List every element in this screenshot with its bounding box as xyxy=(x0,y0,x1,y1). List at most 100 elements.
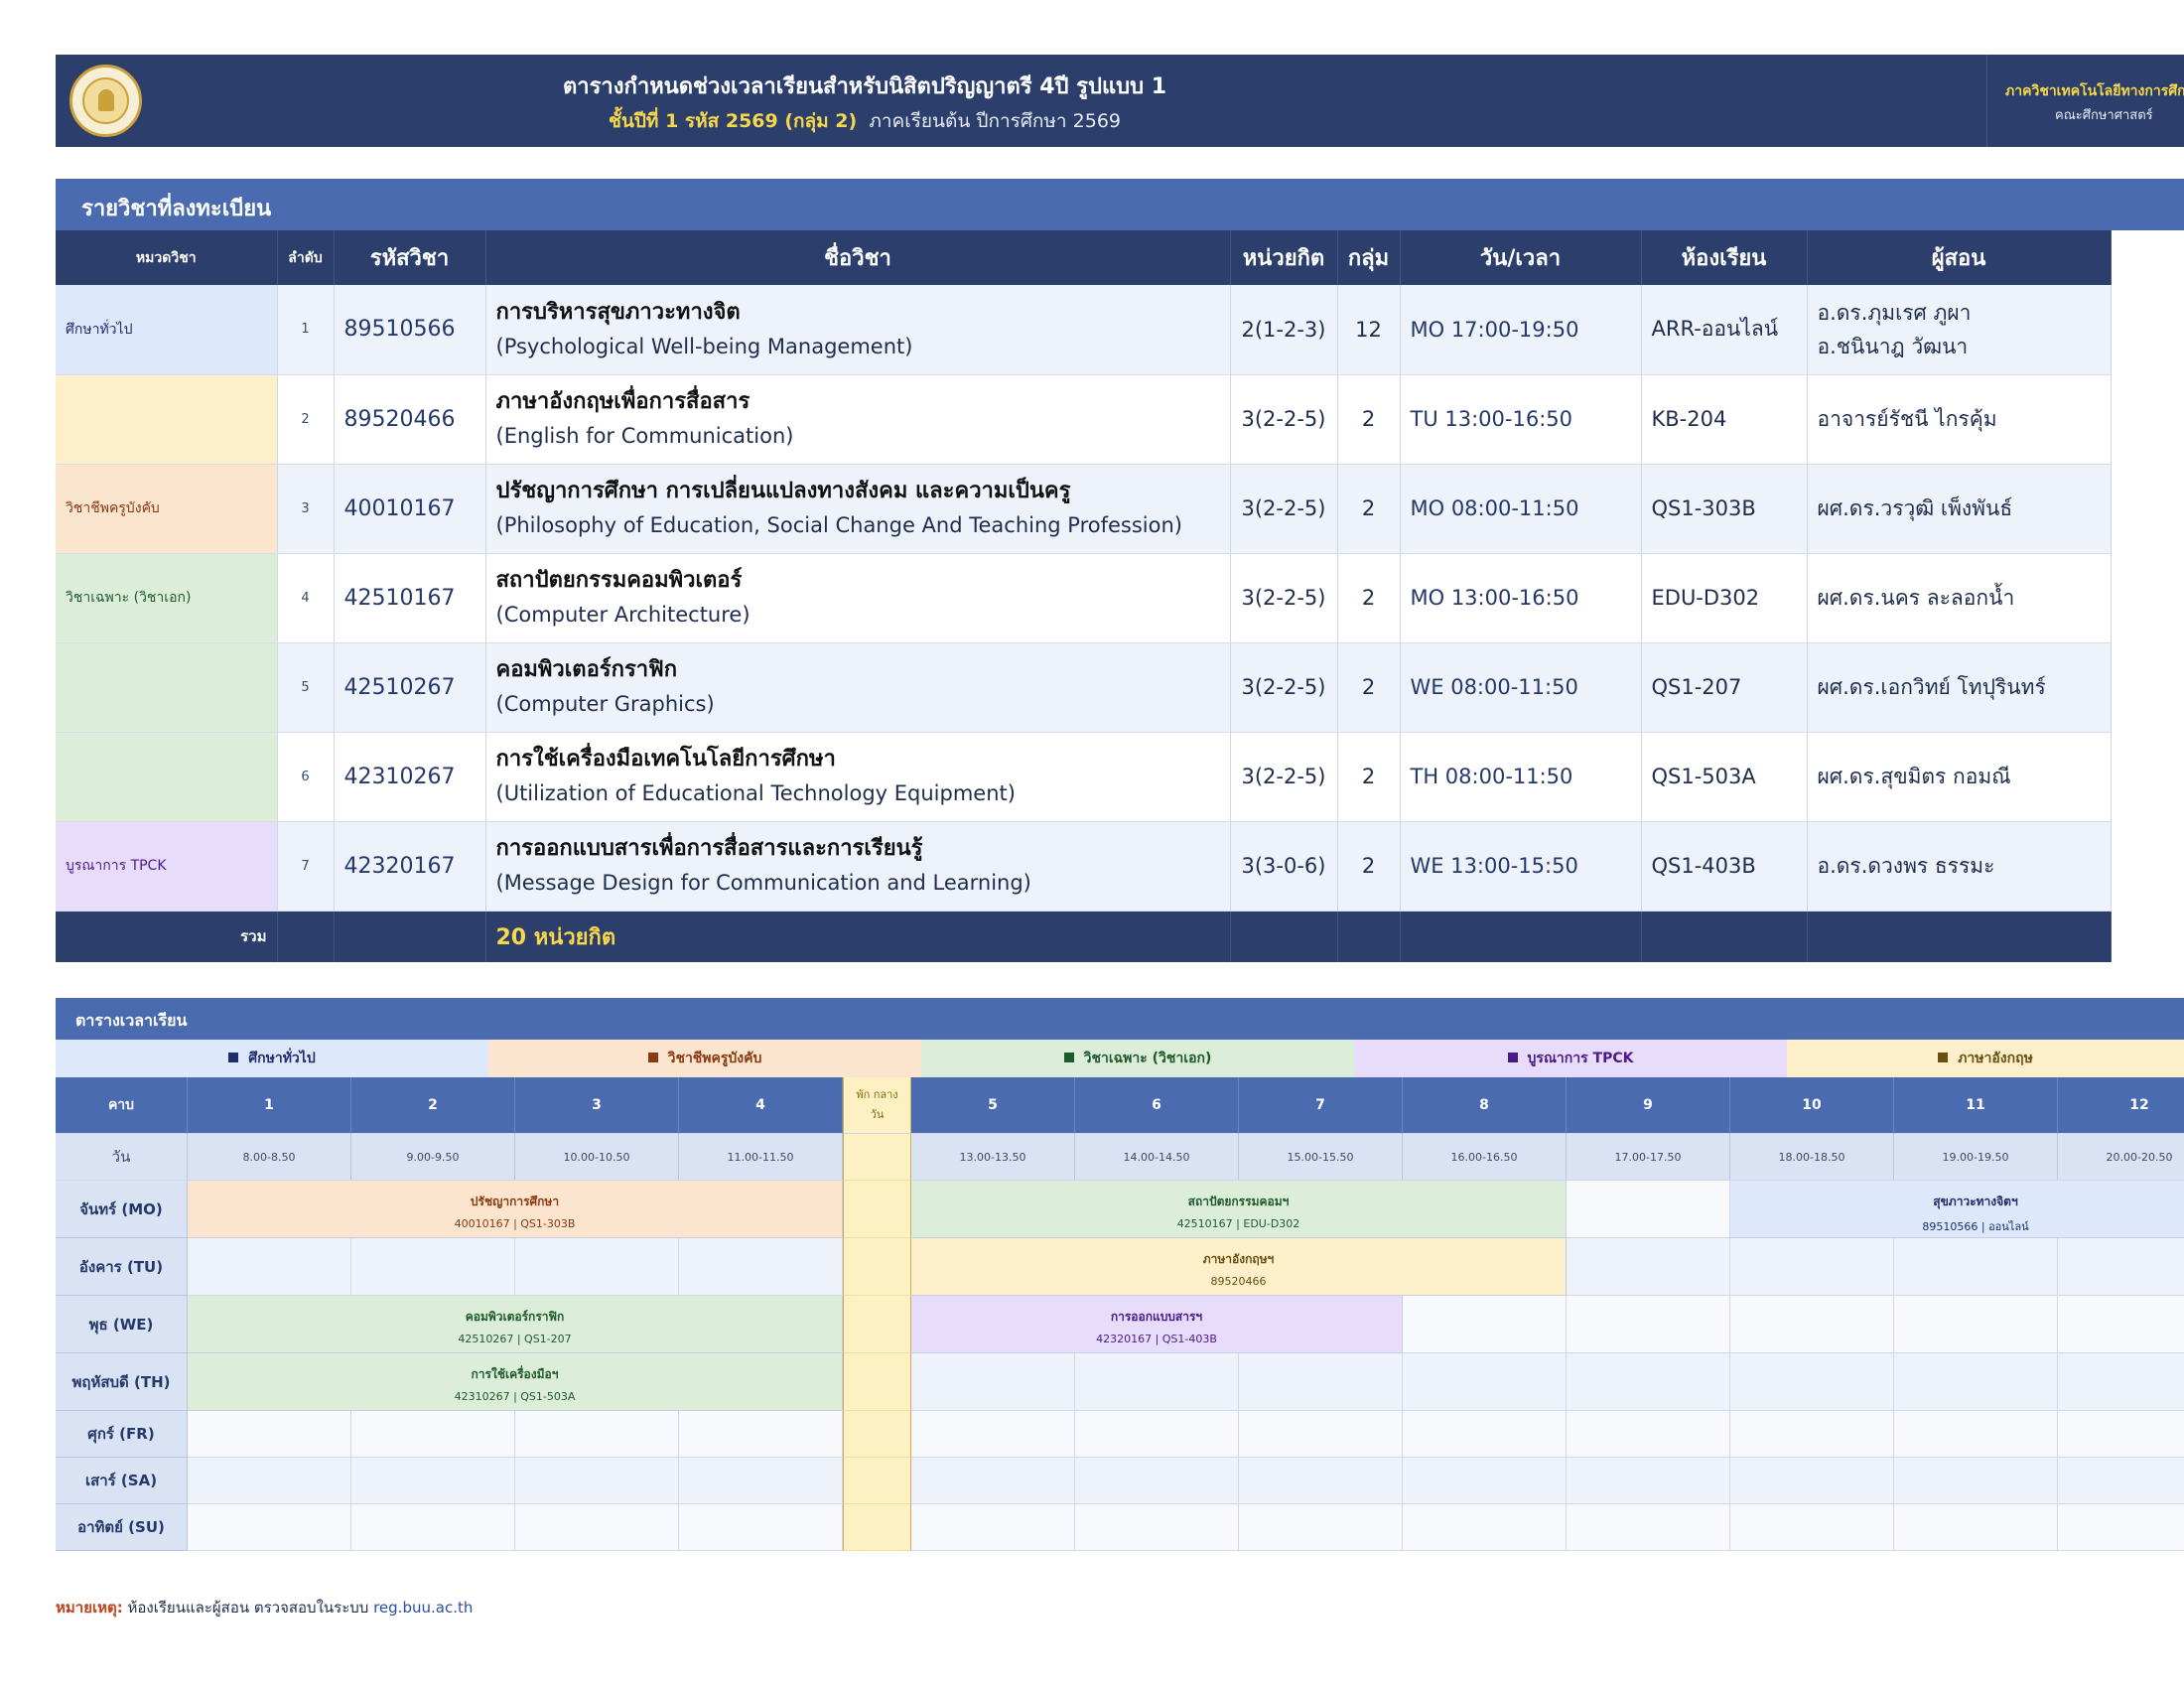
course-no: 1 xyxy=(277,285,335,375)
slot-cell xyxy=(515,1458,679,1504)
slot-cell xyxy=(1403,1353,1567,1411)
table-row: 2 89520466 ภาษาอังกฤษเพื่อการสื่อสาร (Eng… xyxy=(56,374,2112,465)
class-block-detail: 89520466 xyxy=(1210,1275,1267,1288)
registration-link[interactable]: reg.buu.ac.th xyxy=(373,1599,473,1617)
course-credits: 2(1-2-3) xyxy=(1230,285,1338,375)
course-time: MO 17:00-19:50 xyxy=(1400,285,1642,375)
header-code: รหัสวิชา xyxy=(334,230,486,285)
course-credits: 3(2-2-5) xyxy=(1230,642,1338,733)
period-number: 7 xyxy=(1239,1077,1403,1134)
courses-header-row: หมวดวิชา ลำดับ รหัสวิชา ชื่อวิชา หน่วยกิ… xyxy=(56,230,2112,285)
subtitle-semester: ภาคเรียนต้น ปีการศึกษา 2569 xyxy=(869,110,1121,132)
course-code: 42510167 xyxy=(334,553,486,643)
slot-cell xyxy=(1894,1458,2058,1504)
legend-label: บูรณาการ TPCK xyxy=(1527,1051,1634,1066)
instructor-name: ผศ.ดร.นคร ละลอกน้ำ xyxy=(1817,586,2015,610)
course-name: การใช้เครื่องมือเทคโนโลยีการศึกษา (Utiliz… xyxy=(485,732,1231,822)
course-name-th: ปรัชญาการศึกษา การเปลี่ยนแปลงทางสังคม แล… xyxy=(495,479,1071,503)
slot-cell xyxy=(911,1353,1075,1411)
slot-cell xyxy=(1567,1181,1730,1238)
lunch-break-cell xyxy=(843,1296,911,1353)
slot-cell xyxy=(1894,1296,2058,1353)
course-time: WE 08:00-11:50 xyxy=(1400,642,1642,733)
course-time: TU 13:00-16:50 xyxy=(1400,374,1642,465)
total-empty-cell xyxy=(1807,911,2112,962)
lunch-break-cell xyxy=(843,1504,911,1551)
table-row: วิชาชีพครูบังคับ 3 40010167 ปรัชญาการศึก… xyxy=(56,464,2112,554)
slot-cell xyxy=(1075,1504,1239,1551)
legend-label: วิชาเฉพาะ (วิชาเอก) xyxy=(1083,1051,1212,1066)
class-block: ปรัชญาการศึกษา 40010167 | QS1-303B xyxy=(188,1181,843,1238)
slot-cell xyxy=(2058,1353,2184,1411)
day-label: จันทร์ (MO) xyxy=(56,1181,188,1238)
slot-cell xyxy=(1239,1504,1403,1551)
course-name-th: สถาปัตยกรรมคอมพิวเตอร์ xyxy=(495,568,743,593)
slot-cell xyxy=(2058,1238,2184,1296)
course-no: 7 xyxy=(277,821,335,912)
course-name-en: (English for Communication) xyxy=(495,424,794,448)
period-number: 2 xyxy=(351,1077,515,1134)
legend-swatch xyxy=(1063,1053,1074,1062)
course-code: 40010167 xyxy=(334,464,486,554)
total-row: รวม 20 หน่วยกิต xyxy=(56,911,2112,962)
slot-cell xyxy=(1075,1411,1239,1458)
slot-cell xyxy=(1730,1458,1894,1504)
slot-cell xyxy=(1730,1296,1894,1353)
slot-cell xyxy=(1730,1238,1894,1296)
course-code: 42510267 xyxy=(334,642,486,733)
slot-cell xyxy=(2058,1411,2184,1458)
lunch-break-cell xyxy=(843,1411,911,1458)
day-label: พุธ (WE) xyxy=(56,1296,188,1353)
period-number: 10 xyxy=(1730,1077,1894,1134)
class-block: ภาษาอังกฤษฯ 89520466 xyxy=(911,1238,1567,1296)
course-instructor: อาจารย์รัชนี ไกรคุ้ม xyxy=(1807,374,2112,465)
course-name: ปรัชญาการศึกษา การเปลี่ยนแปลงทางสังคม แล… xyxy=(485,464,1231,554)
class-block-title: การใช้เครื่องมือฯ xyxy=(471,1367,559,1381)
day-label: ศุกร์ (FR) xyxy=(56,1411,188,1458)
slot-cell xyxy=(351,1238,515,1296)
period-number: 5 xyxy=(911,1077,1075,1134)
course-credits: 3(2-2-5) xyxy=(1230,464,1338,554)
course-category xyxy=(56,732,278,822)
course-credits: 3(2-2-5) xyxy=(1230,553,1338,643)
course-name-en: (Message Design for Communication and Le… xyxy=(495,871,1031,895)
page-header: ตารางกำหนดช่วงเวลาเรียนสำหรับนิสิตปริญญา… xyxy=(56,55,2184,147)
slot-cell xyxy=(1730,1504,1894,1551)
course-time: TH 08:00-11:50 xyxy=(1400,732,1642,822)
slot-cell xyxy=(1567,1353,1730,1411)
slot-cell xyxy=(1075,1458,1239,1504)
course-no: 6 xyxy=(277,732,335,822)
course-category xyxy=(56,642,278,733)
slot-cell xyxy=(1403,1458,1567,1504)
course-name-th: การบริหารสุขภาวะทางจิต xyxy=(495,299,741,325)
slot-cell xyxy=(515,1238,679,1296)
slot-cell xyxy=(1239,1353,1403,1411)
legend-item: วิชาเฉพาะ (วิชาเอก) xyxy=(921,1040,1354,1077)
course-credits: 3(3-0-6) xyxy=(1230,821,1338,912)
slot-cell xyxy=(1403,1296,1567,1353)
header-credits: หน่วยกิต xyxy=(1230,230,1338,285)
slot-cell xyxy=(679,1504,843,1551)
course-name: คอมพิวเตอร์กราฟิก (Computer Graphics) xyxy=(485,642,1231,733)
table-row: 5 42510267 คอมพิวเตอร์กราฟิก (Computer Gr… xyxy=(56,642,2112,733)
page-subtitle: ชั้นปีที่ 1 รหัส 2569 (กลุ่ม 2) ภาคเรียน… xyxy=(56,106,1674,136)
legend-swatch xyxy=(647,1053,658,1062)
footnote: หมายเหตุ: ห้องเรียนและผู้สอน ตรวจสอบในระ… xyxy=(56,1596,473,1619)
course-name-en: (Utilization of Educational Technology E… xyxy=(495,781,1016,805)
legend-item: วิชาชีพครูบังคับ xyxy=(488,1040,921,1077)
class-block-detail: 42320167 | QS1-403B xyxy=(1096,1333,1217,1345)
table-row: 6 42310267 การใช้เครื่องมือเทคโนโลยีการศ… xyxy=(56,732,2112,822)
period-number: 3 xyxy=(515,1077,679,1134)
period-header-label: คาบ xyxy=(56,1077,188,1134)
course-instructor: ผศ.ดร.วรวุฒิ เพ็งพันธ์ xyxy=(1807,464,2112,554)
course-group: 2 xyxy=(1337,464,1401,554)
slot-cell xyxy=(1075,1353,1239,1411)
timetable-legend: ศึกษาทั่วไป วิชาชีพครูบังคับ วิชาเฉพาะ (วิ… xyxy=(56,1040,2184,1077)
slot-cell xyxy=(1894,1238,2058,1296)
class-block: การใช้เครื่องมือฯ 42310267 | QS1-503A xyxy=(188,1353,843,1411)
course-group: 2 xyxy=(1337,374,1401,465)
course-time: WE 13:00-15:50 xyxy=(1400,821,1642,912)
day-label: เสาร์ (SA) xyxy=(56,1458,188,1504)
course-name-th: การออกแบบสารเพื่อการสื่อสารและการเรียนรู… xyxy=(495,836,923,861)
table-row: บูรณาการ TPCK 7 42320167 การออกแบบสารเพื… xyxy=(56,821,2112,912)
